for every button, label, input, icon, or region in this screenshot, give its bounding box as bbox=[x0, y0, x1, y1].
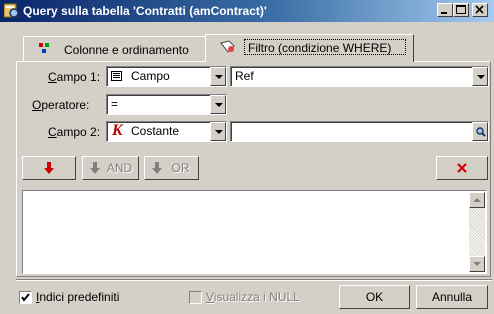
search-icon bbox=[476, 127, 486, 137]
campo1-type-select[interactable]: Campo bbox=[106, 66, 227, 87]
tab-filtro-label: Filtro (condizione WHERE) bbox=[248, 41, 392, 55]
annulla-button[interactable]: Annulla bbox=[416, 285, 488, 309]
columns-icon bbox=[38, 42, 52, 59]
annulla-button-label: Annulla bbox=[431, 290, 473, 304]
field-icon bbox=[111, 71, 123, 85]
arrow-down-icon bbox=[44, 162, 54, 174]
search-button[interactable] bbox=[472, 122, 488, 141]
chevron-down-icon[interactable] bbox=[210, 122, 226, 141]
campo2-value-input[interactable] bbox=[230, 121, 489, 142]
window-title: Query sulla tabella 'Contratti (amContra… bbox=[23, 4, 267, 18]
delete-icon bbox=[457, 163, 467, 173]
vertical-scrollbar[interactable] bbox=[469, 192, 485, 272]
condition-textarea[interactable] bbox=[22, 190, 487, 274]
indici-label: Indici predefiniti bbox=[36, 290, 120, 304]
null-label: Visualizza i NULL bbox=[206, 290, 300, 304]
maximize-button[interactable] bbox=[453, 3, 469, 17]
and-button[interactable]: AND bbox=[82, 156, 139, 180]
tab-filtro-where[interactable]: Filtro (condizione WHERE) bbox=[205, 34, 414, 62]
and-button-label: AND bbox=[106, 161, 133, 175]
chevron-down-icon[interactable] bbox=[210, 95, 226, 114]
campo1-field-value: Ref bbox=[235, 69, 254, 83]
close-button[interactable] bbox=[472, 3, 488, 17]
query-dialog: Query sulla tabella 'Contratti (amContra… bbox=[0, 0, 494, 314]
operatore-value: = bbox=[111, 97, 119, 111]
ok-button-label: OK bbox=[365, 290, 384, 304]
campo2-type-value: Costante bbox=[131, 124, 180, 138]
tab-colonne-ordinamento[interactable]: Colonne e ordinamento bbox=[23, 36, 206, 61]
scroll-down-button[interactable] bbox=[469, 256, 485, 272]
campo2-label: Campo 2: bbox=[48, 125, 101, 139]
arrow-down-icon bbox=[90, 162, 100, 174]
divider bbox=[16, 279, 492, 281]
chevron-down-icon[interactable] bbox=[210, 67, 226, 86]
campo2-type-select[interactable]: K Costante bbox=[106, 121, 227, 142]
delete-button[interactable] bbox=[436, 156, 488, 180]
null-checkbox[interactable] bbox=[189, 291, 202, 304]
chevron-down-icon[interactable] bbox=[472, 67, 488, 86]
campo1-field-select[interactable]: Ref bbox=[230, 66, 489, 87]
or-button[interactable]: OR bbox=[144, 156, 199, 180]
indici-checkbox[interactable] bbox=[19, 291, 32, 304]
operatore-label: Operatore: bbox=[32, 98, 90, 112]
campo1-type-value: Campo bbox=[131, 69, 170, 83]
or-button-label: OR bbox=[171, 161, 190, 175]
filter-icon bbox=[220, 40, 236, 57]
campo1-label: Campo 1: bbox=[48, 70, 101, 84]
arrow-down-icon bbox=[152, 162, 162, 174]
title-bar[interactable]: Query sulla tabella 'Contratti (amContra… bbox=[0, 0, 494, 22]
operatore-select[interactable]: = bbox=[106, 94, 227, 115]
insert-button[interactable] bbox=[22, 156, 76, 180]
ok-button[interactable]: OK bbox=[339, 285, 410, 309]
minimize-button[interactable] bbox=[437, 3, 453, 17]
tab-colonne-label: Colonne e ordinamento bbox=[64, 43, 189, 57]
scroll-up-button[interactable] bbox=[469, 192, 485, 208]
constant-icon: K bbox=[112, 122, 123, 139]
query-icon bbox=[3, 3, 21, 20]
